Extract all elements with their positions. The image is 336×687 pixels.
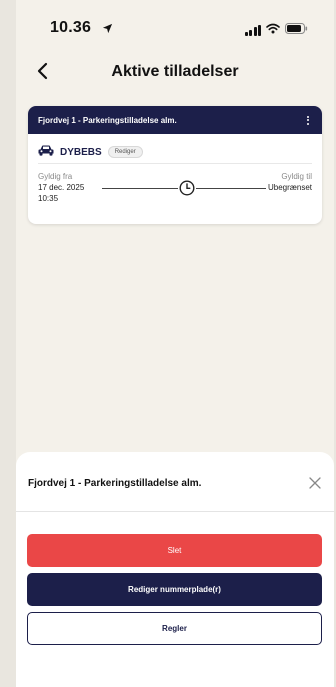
valid-from-date: 17 dec. 2025 bbox=[38, 183, 85, 192]
permit-card[interactable]: Fjordvej 1 - Parkeringstilladelse alm. D… bbox=[28, 106, 322, 224]
wifi-icon bbox=[266, 21, 280, 39]
timeline-line-right bbox=[196, 188, 266, 189]
app-screen: 10.36 Aktive tilladelser Fjordvej 1 - Pa… bbox=[16, 0, 334, 687]
valid-to-label: Gyldig til bbox=[281, 172, 312, 181]
plate-row: DYBEBS Rediger bbox=[38, 143, 143, 161]
car-icon bbox=[38, 143, 54, 161]
permit-card-title: Fjordvej 1 - Parkeringstilladelse alm. bbox=[38, 115, 177, 125]
status-time: 10.36 bbox=[50, 19, 92, 36]
valid-from-label: Gyldig fra bbox=[38, 172, 73, 181]
location-arrow-icon bbox=[102, 21, 113, 39]
page-title: Aktive tilladelser bbox=[111, 63, 239, 80]
license-plate: DYBEBS bbox=[60, 146, 102, 158]
valid-from-time: 10:35 bbox=[38, 194, 59, 203]
more-vertical-icon[interactable] bbox=[304, 114, 312, 127]
edit-plate-badge[interactable]: Rediger bbox=[107, 146, 143, 158]
edit-plates-button[interactable]: Rediger nummerplade(r) bbox=[27, 573, 322, 606]
delete-button[interactable]: Slet bbox=[27, 534, 322, 567]
permit-card-header: Fjordvej 1 - Parkeringstilladelse alm. bbox=[28, 106, 322, 134]
sheet-title: Fjordvej 1 - Parkeringstilladelse alm. bbox=[28, 478, 202, 489]
action-bottom-sheet: Fjordvej 1 - Parkeringstilladelse alm. S… bbox=[16, 452, 334, 687]
status-bar: 10.36 bbox=[16, 0, 334, 50]
valid-to-value: Ubegrænset bbox=[267, 183, 312, 192]
rules-button[interactable]: Regler bbox=[27, 612, 322, 645]
nav-header: Aktive tilladelser bbox=[16, 58, 334, 88]
battery-icon bbox=[285, 21, 308, 39]
card-divider bbox=[38, 163, 312, 164]
close-icon[interactable] bbox=[308, 476, 322, 495]
signal-icon bbox=[244, 24, 261, 36]
timeline-line-left bbox=[102, 188, 178, 189]
clock-icon bbox=[179, 180, 195, 201]
status-icons bbox=[244, 21, 309, 39]
sheet-divider bbox=[16, 511, 334, 512]
